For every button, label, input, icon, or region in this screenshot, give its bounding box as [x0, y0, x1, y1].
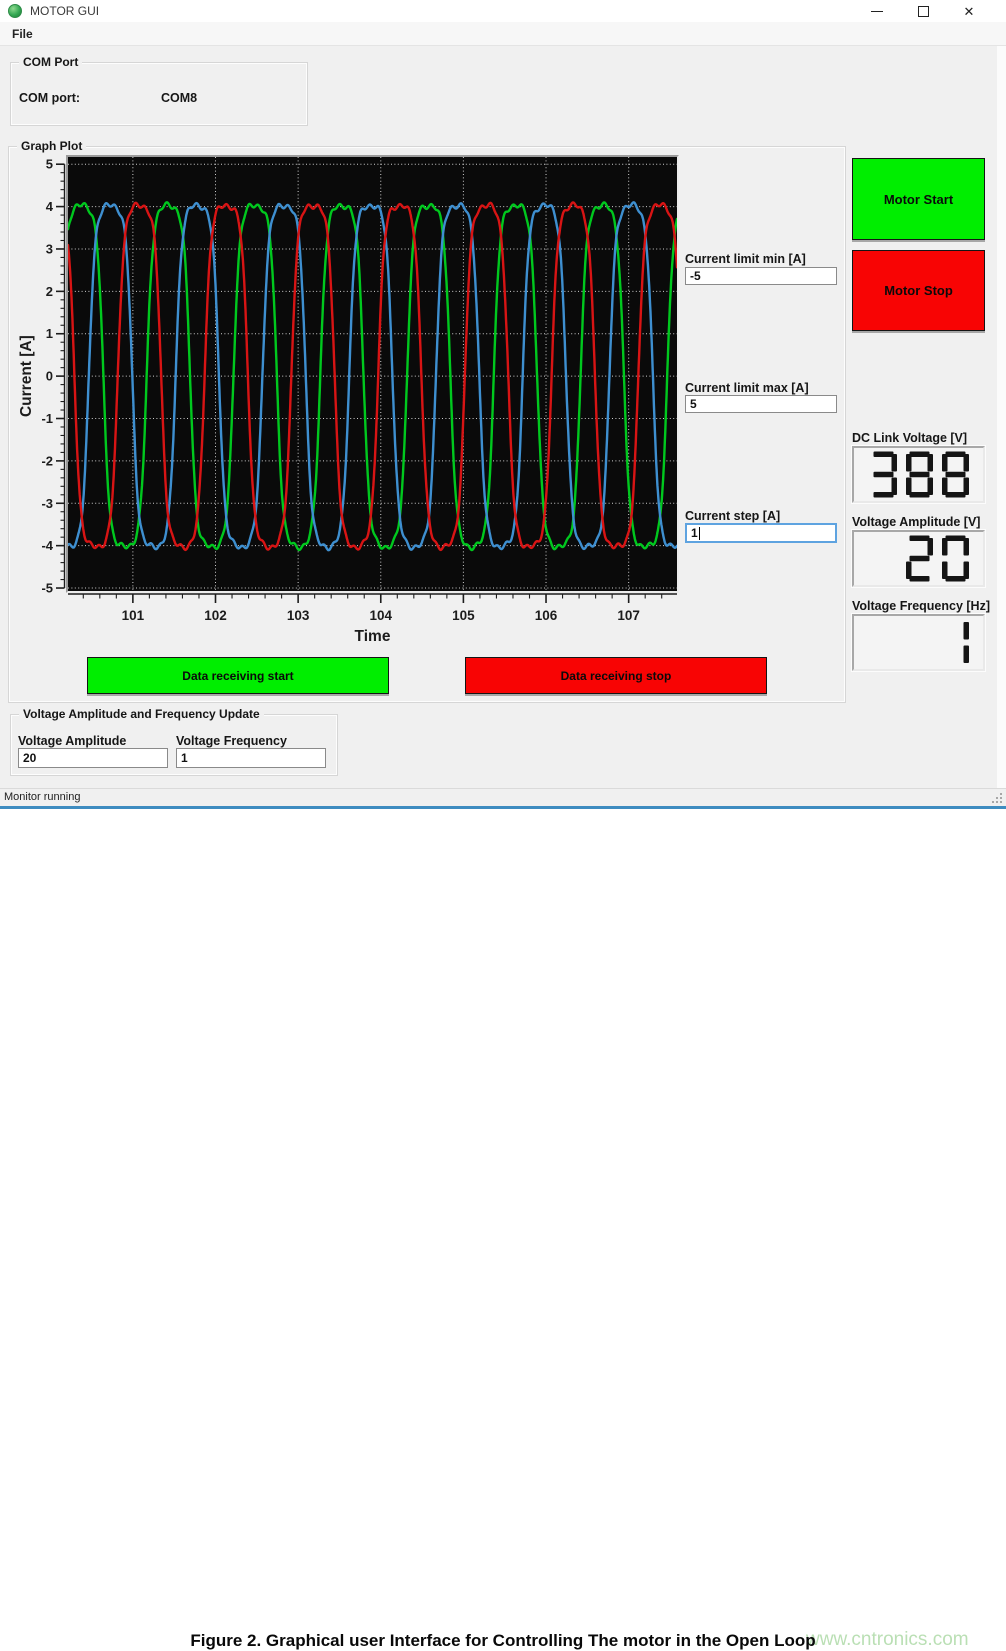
- maximize-icon: [918, 6, 929, 17]
- title-bar: MOTOR GUI ✕: [0, 0, 1006, 22]
- current-step-input[interactable]: [685, 523, 837, 543]
- app-icon: [8, 4, 22, 18]
- menu-file[interactable]: File: [4, 24, 41, 44]
- svg-text:3: 3: [46, 241, 53, 256]
- svg-text:107: 107: [617, 608, 640, 623]
- svg-text:-1: -1: [41, 411, 53, 426]
- svg-text:5: 5: [46, 157, 53, 172]
- svg-text:101: 101: [122, 608, 145, 623]
- svg-text:Time: Time: [355, 628, 391, 645]
- resize-grip-icon[interactable]: [992, 793, 1003, 804]
- com-port-group: COM Port COM port: COM8: [10, 62, 308, 126]
- com-port-group-label: COM Port: [19, 55, 82, 69]
- motor-start-label: Motor Start: [884, 192, 953, 207]
- current-step-label: Current step [A]: [685, 509, 780, 523]
- com-port-field-label: COM port:: [19, 91, 80, 105]
- svg-text:-5: -5: [41, 581, 53, 596]
- chart-plot-area: [66, 155, 679, 593]
- data-receiving-start-label: Data receiving start: [182, 669, 293, 683]
- com-port-value: COM8: [161, 91, 197, 105]
- caption-area: www.cntronics.com Figure 2. Graphical us…: [0, 809, 1006, 848]
- minimize-icon: [871, 11, 883, 12]
- minimize-button[interactable]: [860, 0, 894, 22]
- svg-text:103: 103: [287, 608, 310, 623]
- dc-link-voltage-display: [852, 446, 985, 503]
- status-bar: Monitor running: [0, 788, 1006, 806]
- voltage-frequency-input[interactable]: [176, 748, 326, 768]
- current-limit-max-label: Current limit max [A]: [685, 381, 809, 395]
- svg-text:1: 1: [46, 326, 53, 341]
- svg-text:2: 2: [46, 284, 53, 299]
- current-limit-min-label: Current limit min [A]: [685, 252, 806, 266]
- close-button[interactable]: ✕: [952, 0, 986, 22]
- menu-bar: File: [0, 22, 1006, 46]
- voltage-update-group: Voltage Amplitude and Frequency Update V…: [10, 714, 338, 776]
- voltage-amplitude-input[interactable]: [18, 748, 168, 768]
- current-limit-max-input[interactable]: [685, 395, 837, 413]
- current-limit-min-input[interactable]: [685, 267, 837, 285]
- voltage-amplitude-display-label: Voltage Amplitude [V]: [852, 515, 980, 529]
- svg-text:106: 106: [535, 608, 558, 623]
- svg-text:-3: -3: [41, 496, 53, 511]
- window-right-edge: [997, 46, 1006, 788]
- motor-stop-label: Motor Stop: [884, 283, 953, 298]
- voltage-frequency-input-label: Voltage Frequency: [176, 734, 287, 748]
- dc-link-voltage-label: DC Link Voltage [V]: [852, 431, 967, 445]
- status-text: Monitor running: [4, 791, 80, 803]
- svg-text:-4: -4: [41, 538, 53, 553]
- svg-text:-2: -2: [41, 453, 53, 468]
- window-title: MOTOR GUI: [30, 4, 99, 18]
- data-receiving-stop-label: Data receiving stop: [561, 669, 672, 683]
- voltage-amplitude-input-label: Voltage Amplitude: [18, 734, 126, 748]
- data-receiving-start-button[interactable]: Data receiving start: [87, 657, 389, 694]
- svg-text:4: 4: [46, 199, 54, 214]
- voltage-amplitude-display: [852, 530, 985, 587]
- svg-text:105: 105: [452, 608, 475, 623]
- text-cursor: [699, 527, 700, 540]
- close-icon: ✕: [964, 5, 975, 18]
- svg-text:102: 102: [204, 608, 227, 623]
- svg-text:0: 0: [46, 369, 53, 384]
- chart-canvas: [68, 157, 677, 591]
- voltage-frequency-display: [852, 614, 985, 671]
- motor-start-button[interactable]: Motor Start: [852, 158, 985, 240]
- graph-plot-group: Graph Plot -5-4-3-2-10123451011021031041…: [8, 146, 846, 703]
- maximize-button[interactable]: [906, 0, 940, 22]
- svg-text:104: 104: [369, 608, 392, 623]
- data-receiving-stop-button[interactable]: Data receiving stop: [465, 657, 767, 694]
- motor-stop-button[interactable]: Motor Stop: [852, 250, 985, 331]
- figure-caption: Figure 2. Graphical user Interface for C…: [0, 1631, 1006, 1651]
- voltage-frequency-display-label: Voltage Frequency [Hz]: [852, 599, 990, 613]
- svg-text:Current [A]: Current [A]: [19, 335, 35, 417]
- voltage-update-group-label: Voltage Amplitude and Frequency Update: [19, 707, 264, 721]
